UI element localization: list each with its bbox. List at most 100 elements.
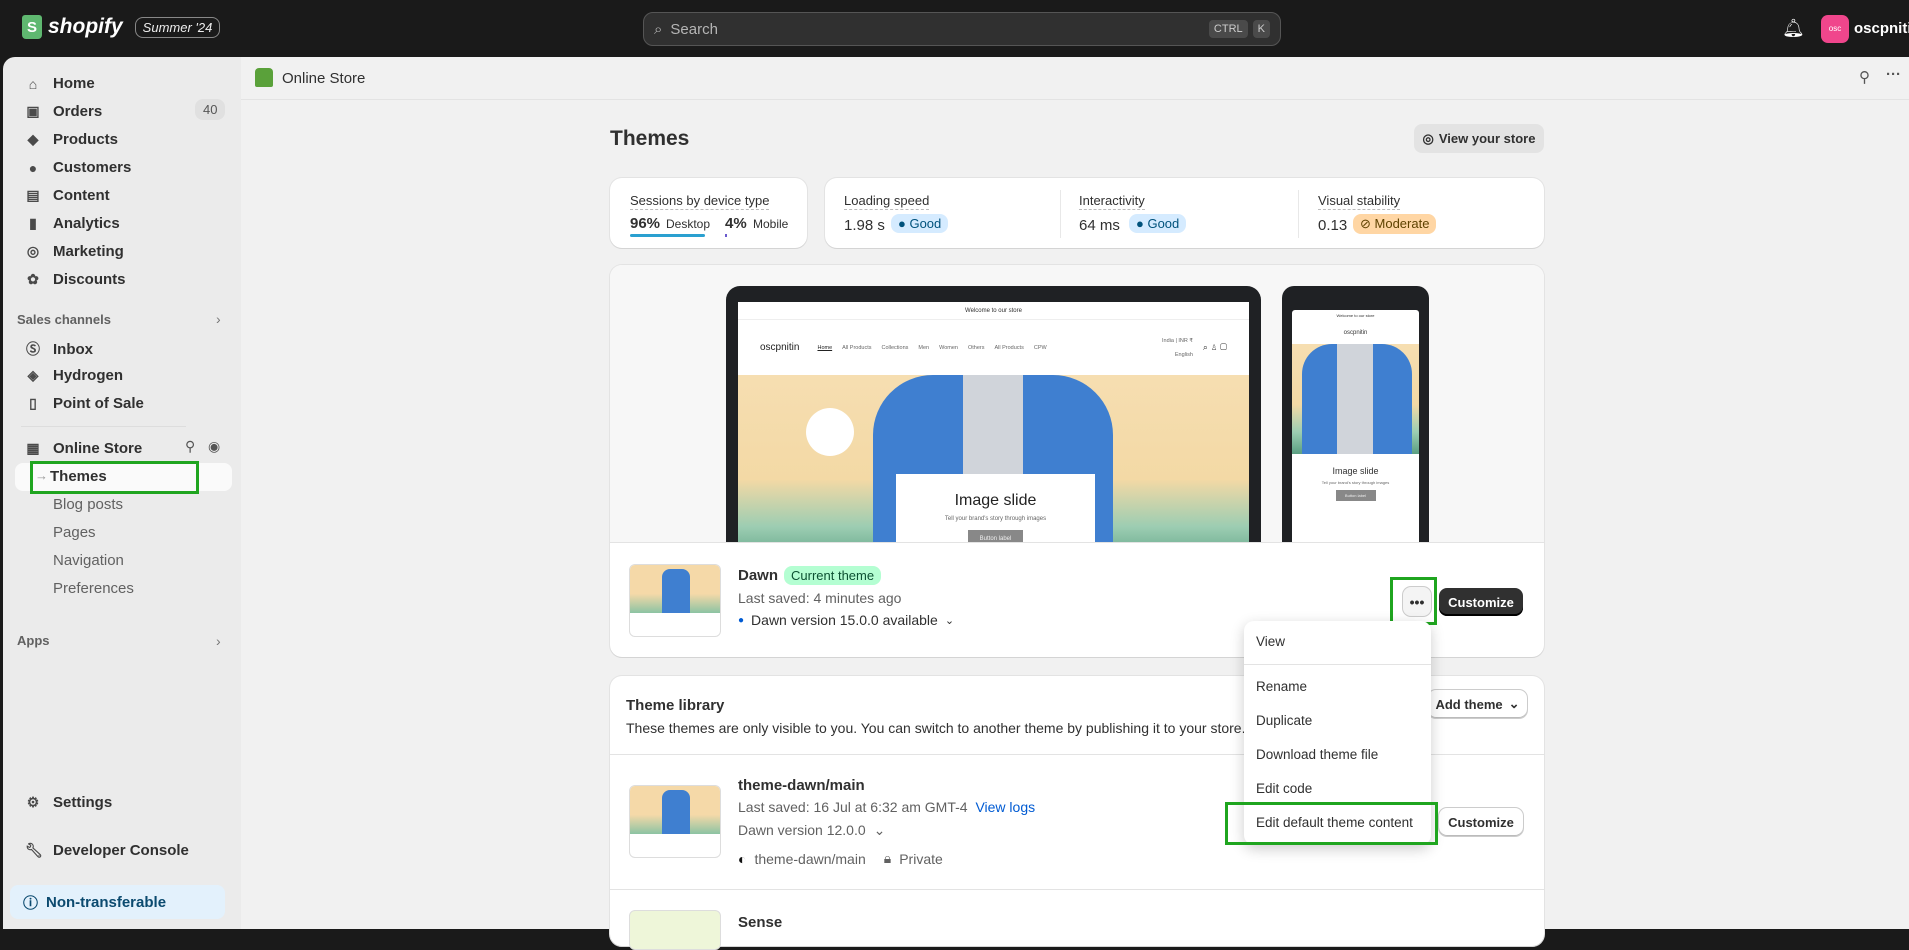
bar-chart-icon: ▮ <box>29 215 37 231</box>
chevron-down-icon: ⌄ <box>944 614 955 627</box>
menu-item-edit-code[interactable]: Edit code <box>1256 781 1312 796</box>
menu-item-rename[interactable]: Rename <box>1256 679 1307 694</box>
blue-dot-icon: ● <box>738 614 745 626</box>
sidebar-item-hydrogen[interactable]: ◈ Hydrogen <box>25 367 123 384</box>
desktop-share-bar <box>630 234 705 237</box>
sidebar-item-analytics[interactable]: ▮ Analytics <box>25 215 120 232</box>
preview-nav-item: Men <box>918 344 930 351</box>
sidebar-item-products[interactable]: ◆ Products <box>25 131 118 148</box>
logo-text: shopify <box>48 15 123 38</box>
home-icon: ⌂ <box>28 75 38 92</box>
sidebar-item-preferences[interactable]: Preferences <box>53 580 134 597</box>
version-text: Dawn version 15.0.0 available <box>751 612 938 628</box>
divider <box>1244 664 1431 665</box>
apps-heading[interactable]: Apps <box>17 633 50 648</box>
sidebar-item-online-store[interactable]: ▦ Online Store <box>25 440 142 457</box>
view-logs-link[interactable]: View logs <box>975 799 1035 815</box>
label: Non-transferable <box>46 893 167 911</box>
menu-item-view[interactable]: View <box>1256 634 1285 649</box>
bell-icon[interactable]: 🔔︎ <box>1782 18 1805 39</box>
sidebar-item-home[interactable]: ⌂ Home <box>25 75 95 92</box>
sidebar-item-orders[interactable]: ▣ Orders <box>25 103 102 120</box>
username[interactable]: oscpnitin <box>1854 20 1909 37</box>
sales-channels-heading[interactable]: Sales channels <box>17 312 111 327</box>
view-your-store-button[interactable]: ◎ View your store <box>1414 124 1544 153</box>
add-theme-button[interactable]: Add theme ⌄ <box>1428 690 1527 718</box>
highlight-box <box>1225 802 1438 845</box>
sidebar-item-navigation[interactable]: Navigation <box>53 552 124 569</box>
version-toggle[interactable]: Dawn version 12.0.0 ⌄ <box>738 822 885 839</box>
sidebar-item-marketing[interactable]: ◎ Marketing <box>25 243 124 260</box>
mobile-share-bar <box>725 234 727 237</box>
sidebar-item-point-of-sale[interactable]: ▯ Point of Sale <box>25 395 144 412</box>
customize-button[interactable]: Customize <box>1439 808 1523 836</box>
version-update-toggle[interactable]: ● Dawn version 15.0.0 available ⌄ <box>738 612 954 628</box>
edition-badge[interactable]: Summer '24 <box>134 16 221 38</box>
search-input[interactable]: ⌕ Search CTRL K <box>643 12 1281 46</box>
wrench-icon: 🔧︎ <box>25 842 43 858</box>
tag-icon: ◆ <box>27 131 39 147</box>
store-icon: ▦ <box>26 440 40 456</box>
label: Orders <box>53 103 103 120</box>
status-dot-icon: ● <box>1136 216 1148 231</box>
last-saved: Last saved: 16 Jul at 6:32 am GMT-4 <box>738 799 968 815</box>
label: Good <box>1147 216 1180 231</box>
more-actions-icon[interactable]: ··· <box>1886 66 1901 83</box>
sidebar-item-pages[interactable]: Pages <box>53 524 96 541</box>
non-transferable-banner[interactable]: ⓘ Non-transferable <box>10 885 225 919</box>
hydrogen-icon: ◈ <box>27 367 39 383</box>
shopify-logo[interactable]: S shopify Summer '24 <box>22 15 221 39</box>
chevron-right-icon[interactable]: › <box>216 633 221 649</box>
version-text: Dawn version 12.0.0 <box>738 822 866 838</box>
loading-speed-label: Loading speed <box>844 193 930 210</box>
sidebar-item-developer-console[interactable]: 🔧︎ Developer Console <box>25 842 189 859</box>
sidebar-item-discounts[interactable]: ✿ Discounts <box>25 271 125 288</box>
theme-thumbnail <box>629 564 721 637</box>
eye-icon[interactable]: ◉ <box>208 438 220 455</box>
theme-name: Sense <box>738 914 783 931</box>
discount-icon: ✿ <box>27 271 39 287</box>
menu-item-duplicate[interactable]: Duplicate <box>1256 713 1312 728</box>
theme-preview[interactable]: Welcome to our store oscpnitin Home All … <box>610 265 1544 543</box>
last-saved: Last saved: 4 minutes ago <box>738 590 902 606</box>
web-performance-card[interactable]: Loading speed 1.98 s ● Good Interactivit… <box>825 178 1544 248</box>
customize-button[interactable]: Customize <box>1439 588 1523 616</box>
avatar[interactable]: osc <box>1821 15 1849 43</box>
preview-nav-item: CPW <box>1033 344 1047 351</box>
sidebar-item-blog-posts[interactable]: Blog posts <box>53 496 123 513</box>
library-description: These themes are only visible to you. Yo… <box>626 720 1246 736</box>
sessions-card[interactable]: Sessions by device type 96% Desktop 4% M… <box>610 178 807 248</box>
search-placeholder: Search <box>670 20 718 38</box>
preview-icons: ⌕ ♙ ▢ <box>1202 342 1227 352</box>
preview-nav-item: Others <box>967 344 985 351</box>
label: Online Store <box>53 440 143 457</box>
slide-text: Tell your brand's story through images <box>944 516 1047 522</box>
slide-title: Image slide <box>1332 466 1379 476</box>
interactivity-status-badge: ● Good <box>1129 214 1187 233</box>
current-theme-badge: Current theme <box>784 566 882 585</box>
theme-name: Dawn <box>738 567 779 584</box>
shortcut-key: CTRL <box>1208 20 1248 38</box>
menu-item-download-theme-file[interactable]: Download theme file <box>1256 747 1378 762</box>
inbox-app-icon: Ⓢ <box>26 341 40 357</box>
label: Hydrogen <box>53 367 124 384</box>
label: Settings <box>53 794 113 811</box>
sidebar-item-customers[interactable]: ● Customers <box>25 159 132 176</box>
loading-status-badge: ● Good <box>891 214 949 233</box>
sidebar-item-settings[interactable]: ⚙ Settings <box>25 794 112 811</box>
label: Content <box>53 187 110 204</box>
label: Inbox <box>53 340 93 358</box>
highlight-box <box>1390 577 1437 625</box>
visual-stability-label: Visual stability <box>1318 193 1401 210</box>
chevron-right-icon[interactable]: › <box>216 311 221 327</box>
pin-icon[interactable]: ⚲ <box>185 438 195 455</box>
mobile-preview-frame: Welcome to our store oscpnitin Image sli… <box>1282 286 1429 542</box>
chevron-down-icon: ⌄ <box>873 822 886 838</box>
pin-icon[interactable]: ⚲ <box>1859 68 1870 86</box>
interactivity-label: Interactivity <box>1079 193 1145 210</box>
sidebar-item-content[interactable]: ▤ Content <box>25 187 110 204</box>
sidebar-item-inbox[interactable]: Ⓢ Inbox <box>25 339 93 359</box>
moderate-icon: ⊘ <box>1360 216 1375 231</box>
label: Analytics <box>53 215 120 232</box>
repo-name[interactable]: theme-dawn/main <box>754 851 865 867</box>
